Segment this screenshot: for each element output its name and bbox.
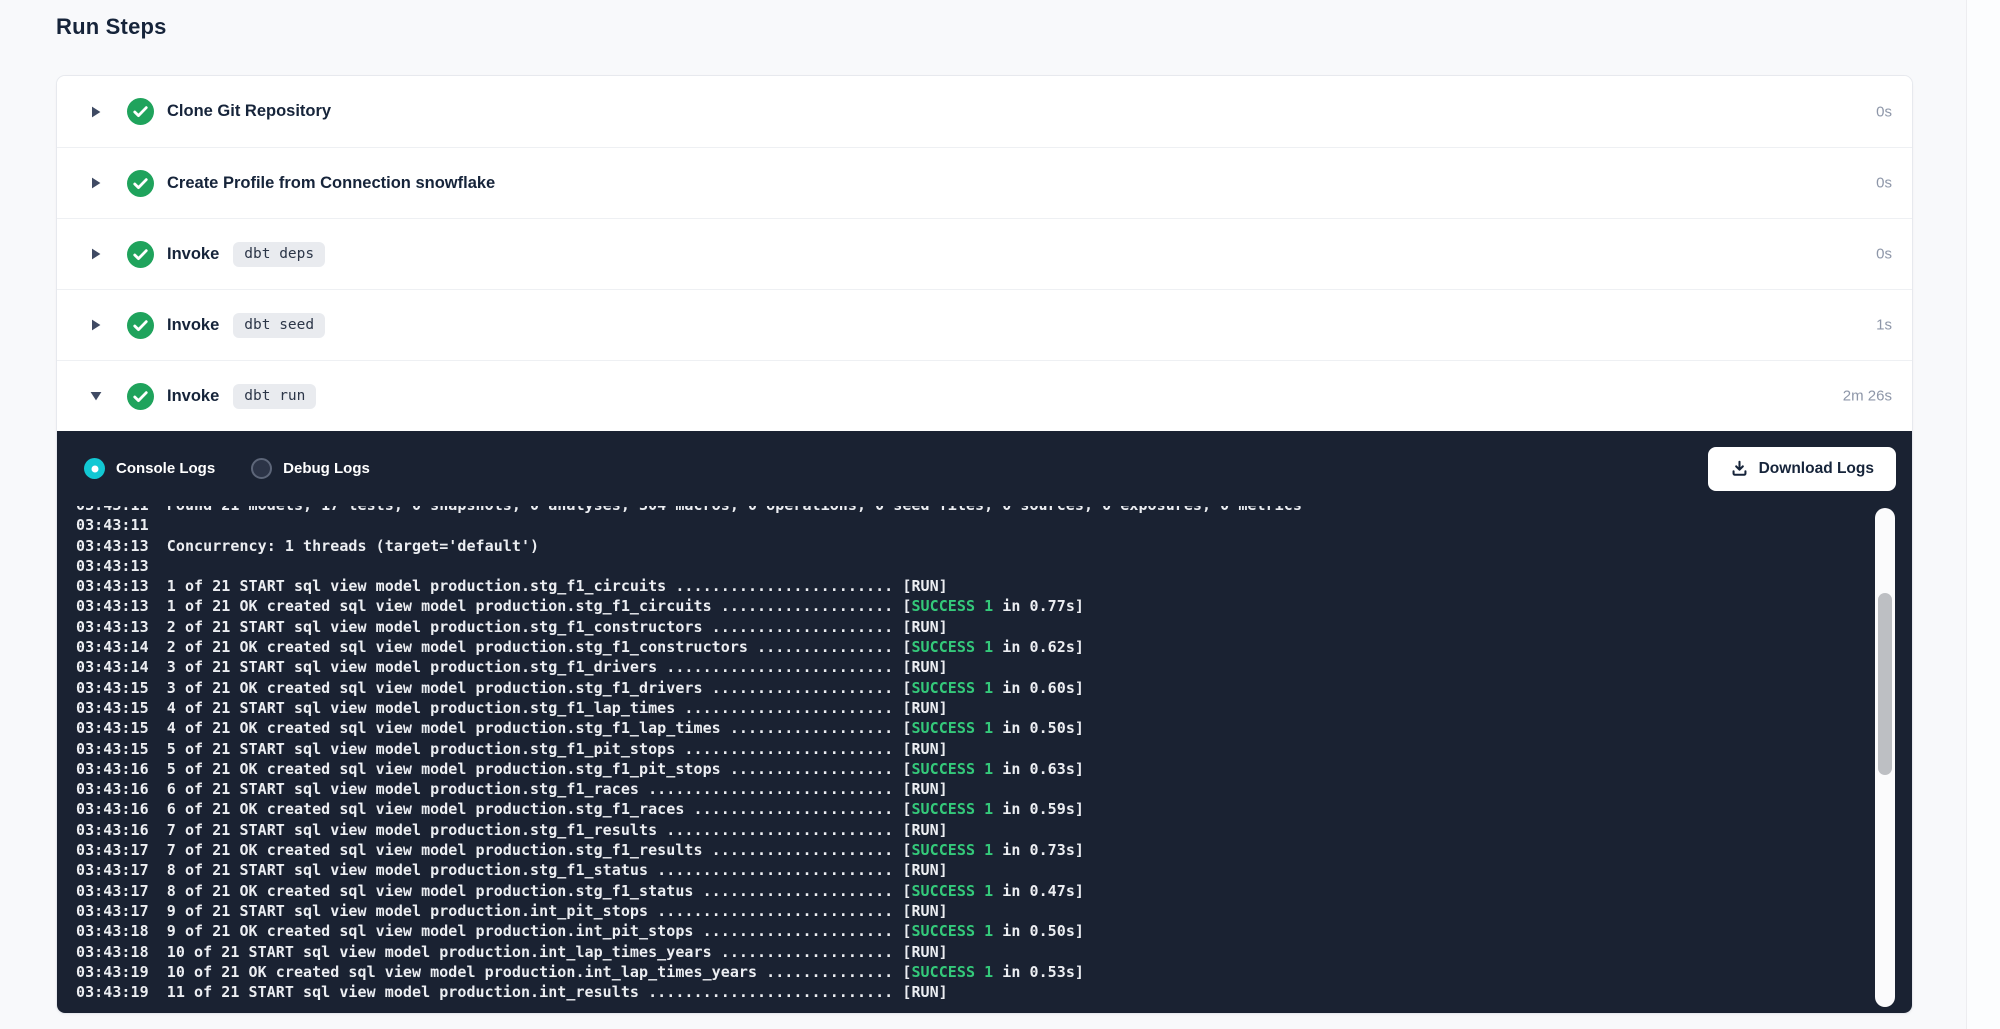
step-row-invoke-dbt-seed[interactable]: Invoke dbt seed 1s [57,289,1912,360]
console-scrollbar-thumb[interactable] [1878,593,1892,775]
log-line: 03:43:16 7 of 21 START sql view model pr… [76,820,1912,840]
caret-right-icon[interactable] [89,176,103,190]
step-duration: 1s [1876,317,1892,334]
log-line: 03:43:18 10 of 21 START sql view model p… [76,942,1912,962]
radio-label: Console Logs [116,460,215,477]
log-line: 03:43:16 6 of 21 START sql view model pr… [76,779,1912,799]
caret-right-icon[interactable] [89,105,103,119]
log-line: 03:43:18 9 of 21 OK created sql view mod… [76,921,1912,941]
command-badge: dbt deps [233,242,325,267]
log-line: 03:43:17 9 of 21 START sql view model pr… [76,901,1912,921]
log-line: 03:43:19 11 of 21 START sql view model p… [76,982,1912,1002]
log-line: 03:43:15 4 of 21 OK created sql view mod… [76,718,1912,738]
caret-right-icon[interactable] [89,318,103,332]
download-icon [1730,459,1749,478]
log-line: 03:43:16 6 of 21 OK created sql view mod… [76,799,1912,819]
log-line: 03:43:19 10 of 21 OK created sql view mo… [76,962,1912,982]
console-log-viewport: 03:43:11 Found 21 models, 17 tests, 0 sn… [57,506,1912,1013]
log-line: 03:43:11 Found 21 models, 17 tests, 0 sn… [76,506,1912,515]
success-check-icon [127,383,154,410]
log-line: 03:43:13 Concurrency: 1 threads (target=… [76,536,1912,556]
log-type-radio-group: Console Logs Debug Logs [84,458,406,479]
radio-unselected-icon[interactable] [251,458,272,479]
log-line: 03:43:13 2 of 21 START sql view model pr… [76,617,1912,637]
app-scroll-gutter [1966,0,2000,1029]
tab-debug-logs[interactable]: Debug Logs [251,458,370,479]
step-label: Clone Git Repository [167,102,331,121]
step-label: Invoke [167,245,219,264]
success-check-icon [127,312,154,339]
step-row-invoke-dbt-deps[interactable]: Invoke dbt deps 0s [57,218,1912,289]
page-title: Run Steps [56,14,167,40]
log-line: 03:43:11 [76,515,1912,535]
success-check-icon [127,170,154,197]
log-line: 03:43:17 8 of 21 OK created sql view mod… [76,881,1912,901]
success-check-icon [127,241,154,268]
command-badge: dbt run [233,384,316,409]
run-steps-list: Clone Git Repository0sCreate Profile fro… [57,76,1912,431]
step-duration: 0s [1876,103,1892,120]
tab-console-logs[interactable]: Console Logs [84,458,215,479]
log-line: 03:43:14 2 of 21 OK created sql view mod… [76,637,1912,657]
log-line: 03:43:15 4 of 21 START sql view model pr… [76,698,1912,718]
radio-label: Debug Logs [283,460,370,477]
step-row-create-profile-from-connection-snowflake[interactable]: Create Profile from Connection snowflake… [57,147,1912,218]
log-line: 03:43:17 8 of 21 START sql view model pr… [76,860,1912,880]
log-panel-header: Console Logs Debug Logs Download Logs [57,431,1912,506]
radio-selected-icon[interactable] [84,458,105,479]
log-line: 03:43:13 [76,556,1912,576]
run-steps-card: Clone Git Repository0sCreate Profile fro… [56,75,1913,1014]
log-line: 03:43:14 3 of 21 START sql view model pr… [76,657,1912,677]
step-duration: 0s [1876,175,1892,192]
success-check-icon [127,98,154,125]
log-line: 03:43:17 7 of 21 OK created sql view mod… [76,840,1912,860]
step-label: Invoke [167,387,219,406]
step-duration: 2m 26s [1843,388,1892,405]
download-logs-button[interactable]: Download Logs [1708,447,1896,491]
step-row-clone-git-repository[interactable]: Clone Git Repository 0s [57,76,1912,147]
console-scrollbar-track[interactable] [1875,508,1895,1007]
log-panel: Console Logs Debug Logs Download Logs 03:… [57,431,1912,1013]
download-logs-label: Download Logs [1759,460,1874,478]
caret-right-icon[interactable] [89,247,103,261]
step-label: Invoke [167,316,219,335]
log-line: 03:43:13 1 of 21 OK created sql view mod… [76,596,1912,616]
command-badge: dbt seed [233,313,325,338]
console-log-output: 03:43:11 Found 21 models, 17 tests, 0 sn… [76,506,1912,1002]
log-line: 03:43:13 1 of 21 START sql view model pr… [76,576,1912,596]
step-label: Create Profile from Connection snowflake [167,174,495,193]
caret-down-icon[interactable] [89,389,103,403]
log-line: 03:43:15 5 of 21 START sql view model pr… [76,739,1912,759]
log-line: 03:43:15 3 of 21 OK created sql view mod… [76,678,1912,698]
step-duration: 0s [1876,246,1892,263]
log-line: 03:43:16 5 of 21 OK created sql view mod… [76,759,1912,779]
step-row-invoke-dbt-run[interactable]: Invoke dbt run 2m 26s [57,360,1912,431]
